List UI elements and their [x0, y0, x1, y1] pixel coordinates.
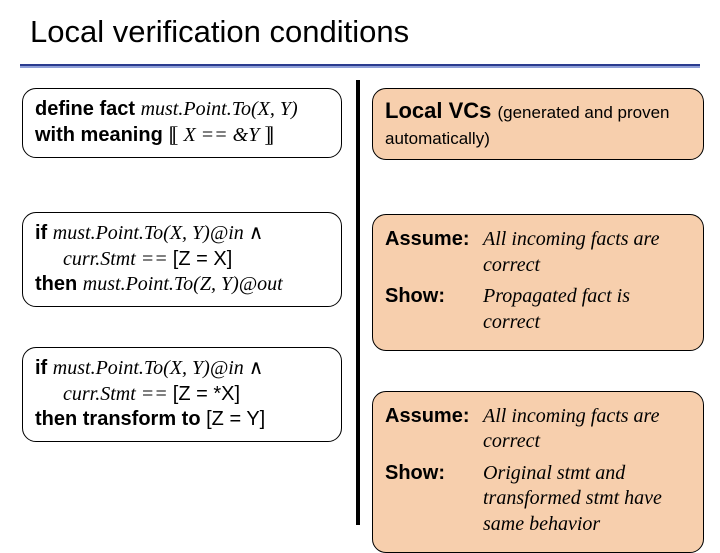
show-value: Propagated fact is correct: [483, 284, 691, 335]
show-label: Show:: [385, 461, 483, 487]
show-value: Original stmt and transformed stmt have …: [483, 461, 691, 538]
define-fact: must.Point.To(X, Y): [141, 98, 298, 120]
premise2a: curr.Stmt ==: [63, 383, 173, 405]
define-fact-box: define fact must.Point.To(X, Y) with mea…: [22, 88, 342, 158]
rule-box-1: if must.Point.To(X, Y)@in ∧ curr.Stmt ==…: [22, 212, 342, 307]
rule-box-2: if must.Point.To(X, Y)@in ∧ curr.Stmt ==…: [22, 347, 342, 442]
conclusion: [Z = Y]: [206, 408, 265, 430]
premise2b: [Z = X]: [173, 248, 232, 270]
and-icon: ∧: [249, 357, 264, 379]
local-vcs-header-box: Local VCs (generated and proven automati…: [372, 88, 704, 160]
if-kw: if: [35, 357, 53, 379]
assume-value: All incoming facts are correct: [483, 404, 691, 455]
assume-label: Assume:: [385, 227, 483, 253]
vertical-divider: [356, 80, 360, 525]
vc-box-2: Assume: All incoming facts are correct S…: [372, 391, 704, 553]
premise1: must.Point.To(X, Y)@in: [53, 222, 249, 244]
and-icon: ∧: [249, 222, 264, 244]
assume-value: All incoming facts are correct: [483, 227, 691, 278]
premise2a: curr.Stmt ==: [63, 248, 173, 270]
title-underline: [20, 64, 700, 68]
meaning-expr: X == &Y: [178, 124, 264, 146]
left-column: define fact must.Point.To(X, Y) with mea…: [22, 88, 342, 442]
then-kw: then: [35, 273, 83, 295]
close-bracket: ⟧: [264, 126, 274, 146]
conclusion: must.Point.To(Z, Y)@out: [83, 273, 283, 295]
then-kw: then transform to: [35, 408, 206, 430]
vc-box-1: Assume: All incoming facts are correct S…: [372, 214, 704, 350]
if-kw: if: [35, 222, 53, 244]
assume-label: Assume:: [385, 404, 483, 430]
premise2b: [Z = *X]: [173, 383, 240, 405]
meaning-kw: with meaning: [35, 124, 168, 146]
slide-title: Local verification conditions: [30, 14, 409, 50]
right-column: Local VCs (generated and proven automati…: [372, 88, 704, 553]
local-vcs-title: Local VCs: [385, 98, 497, 123]
open-bracket: ⟦: [168, 126, 178, 146]
premise1: must.Point.To(X, Y)@in: [53, 357, 249, 379]
show-label: Show:: [385, 284, 483, 310]
define-kw: define fact: [35, 98, 141, 120]
